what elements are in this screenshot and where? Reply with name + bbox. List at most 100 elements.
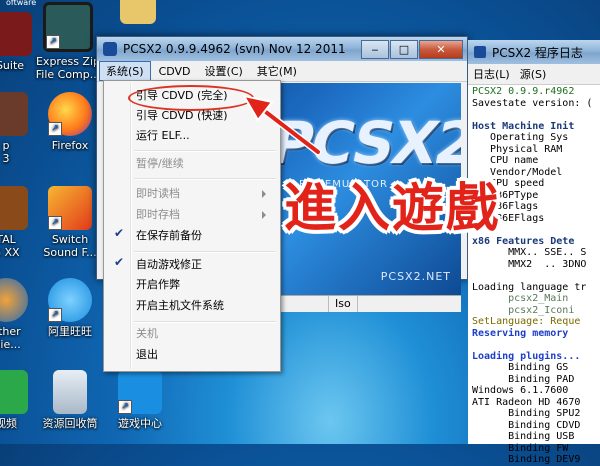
system-menu-dropdown: 引导 CDVD (完全) 引导 CDVD (快速) 运行 ELF... 暂停/继…: [103, 80, 281, 372]
desktop-icon-label: 资源回收筒: [42, 417, 98, 430]
menu-item-backup-before-save[interactable]: ✔ 在保存前备份: [106, 226, 276, 246]
log-line: Binding FW: [472, 442, 569, 454]
desktop-icon-game-center[interactable]: ↗ 遊戏中心: [104, 370, 176, 430]
app-icon: [0, 92, 28, 136]
game-icon: [0, 186, 28, 230]
menu-item-load-state: 即时读档: [106, 184, 276, 204]
menu-item-shutdown: 关机: [136, 327, 158, 340]
log-menu-source[interactable]: 源(S): [515, 66, 552, 82]
checkmark-icon: ✔: [114, 226, 125, 240]
maximize-button[interactable]: □: [390, 39, 418, 59]
log-line: Binding PAD: [472, 373, 575, 385]
log-line: Binding DEV9: [472, 454, 581, 465]
aliwangwang-icon: ↗: [48, 278, 92, 322]
desktop-icon-label-line2: G XX: [0, 246, 20, 259]
log-line: Physical RAM: [472, 143, 563, 155]
menu-item-boot-cdvd-full[interactable]: 引导 CDVD (完全): [106, 86, 276, 106]
desktop-icon-express-zip[interactable]: ↗ Express Zip File Comp...: [32, 2, 104, 81]
menu-item-pause-resume: 暂停/继续: [136, 157, 184, 170]
video-icon: [0, 370, 28, 414]
annotation-text: 進入遊戲: [284, 179, 501, 239]
log-window: PCSX2 程序日志 日志(L) 源(S) PCSX2 0.9.9.r4962 S…: [468, 40, 600, 465]
log-line: ATI Radeon HD 4670: [472, 396, 581, 408]
log-line: Loading plugins...: [472, 350, 581, 362]
desktop-icon-aliwangwang[interactable]: ↗ 阿里旺旺: [34, 278, 106, 338]
submenu-arrow-icon: [262, 211, 266, 219]
shortcut-arrow-icon: ↗: [48, 308, 62, 322]
pcsx2-titlebar[interactable]: PCSX2 0.9.9.4962 (svn) Nov 12 2011 ‒ □ ✕: [97, 37, 467, 61]
app-icon: [0, 278, 28, 322]
menu-item-auto-gamefix[interactable]: ✔ 自动游戏修正: [106, 255, 276, 275]
log-line: Loading language tr: [472, 281, 587, 293]
log-line: Binding SPU2: [472, 408, 581, 419]
desktop-icon-label: Express Zip: [35, 55, 101, 68]
shortcut-arrow-icon: ↗: [48, 216, 62, 230]
desktop-icon-folder[interactable]: [102, 0, 174, 27]
menu-item-enable-cheats[interactable]: 开启作弊: [106, 275, 276, 295]
log-line: Binding CDVD: [472, 419, 581, 431]
desktop-icon-ether[interactable]: ether clie...: [0, 278, 42, 351]
desktop-icon-label-line2: File Comp...: [35, 68, 101, 81]
menu-item-run-elf[interactable]: 运行 ELF...: [106, 126, 276, 146]
log-line: Binding GS: [472, 362, 569, 373]
desktop-icon-label: 遊戏中心: [118, 417, 162, 430]
shortcut-arrow-icon: ↗: [46, 35, 60, 49]
game-center-icon: ↗: [118, 370, 162, 414]
shortcut-arrow-icon: ↗: [118, 400, 132, 414]
log-app-icon: [474, 46, 486, 58]
express-zip-icon: ↗: [43, 2, 93, 52]
desktop-icon-label-line2: clie...: [0, 338, 21, 351]
menu-item-boot-cdvd-fast[interactable]: 引导 CDVD (快速): [106, 106, 276, 126]
minimize-button[interactable]: ‒: [361, 39, 389, 59]
log-content: PCSX2 0.9.9.r4962 Savestate version: ( Ho…: [472, 86, 592, 466]
firefox-icon: ↗: [48, 92, 92, 136]
menu-misc[interactable]: 其它(M): [251, 62, 303, 80]
log-line: MMX2 .. 3DNO: [472, 258, 587, 270]
log-menubar: 日志(L) 源(S): [468, 64, 600, 85]
desktop-icon-label: TAL: [0, 233, 16, 246]
log-line: SetLanguage: Reque: [472, 316, 581, 327]
log-menu-log[interactable]: 日志(L): [468, 66, 515, 82]
switch-sound-icon: ↗: [48, 186, 92, 230]
log-titlebar[interactable]: PCSX2 程序日志: [468, 40, 600, 64]
app-icon: [0, 12, 32, 56]
menu-settings[interactable]: 设置(C): [199, 62, 249, 80]
folder-icon: [120, 0, 156, 24]
status-iso: Iso: [329, 296, 358, 312]
log-line: Reserving memory: [472, 327, 569, 339]
desktop-corner-text: oftware: [6, 0, 37, 7]
desktop-icon-label: 视频: [0, 417, 17, 430]
desktop-icon-label: Firefox: [51, 139, 89, 152]
checkmark-icon: ✔: [114, 255, 125, 269]
desktop-icon-label-line2: 3: [2, 152, 10, 165]
menu-item-exit[interactable]: 退出: [106, 345, 276, 365]
log-window-title: PCSX2 程序日志: [492, 45, 583, 60]
desktop-icon-tal[interactable]: TAL G XX: [0, 186, 42, 259]
pcsx2-app-icon: [103, 42, 117, 56]
log-line: pcsx2_Main: [472, 293, 569, 304]
menu-cdvd[interactable]: CDVD: [153, 64, 197, 79]
recycle-bin-icon: [53, 370, 87, 414]
desktop-icon-p3[interactable]: p 3: [0, 92, 42, 165]
desktop-icon-label: p: [2, 139, 10, 152]
menu-item-host-filesystem[interactable]: 开启主机文件系统: [106, 296, 276, 316]
log-line: Binding USB: [472, 431, 575, 442]
log-line: Host Machine Init: [472, 120, 575, 132]
menu-system[interactable]: 系统(S): [99, 61, 151, 81]
desktop-icon-label: Suite: [0, 59, 25, 72]
log-line: pcsx2_Iconi: [472, 304, 575, 316]
log-line: MMX.. SSE.. S: [472, 247, 587, 258]
log-line: PCSX2 0.9.9.r4962: [472, 86, 575, 97]
shortcut-arrow-icon: ↗: [48, 122, 62, 136]
banner-website: PCSX2.NET: [380, 270, 451, 283]
desktop-icon-recycle-bin[interactable]: 资源回收筒: [34, 370, 106, 430]
desktop-icon-label: ether: [0, 325, 21, 338]
menu-item-save-state: 即时存档: [106, 205, 276, 225]
log-line: CPU name: [472, 155, 539, 166]
desktop-icon-video[interactable]: 视频: [0, 370, 42, 430]
close-button[interactable]: ✕: [419, 39, 463, 59]
submenu-arrow-icon: [262, 190, 266, 198]
